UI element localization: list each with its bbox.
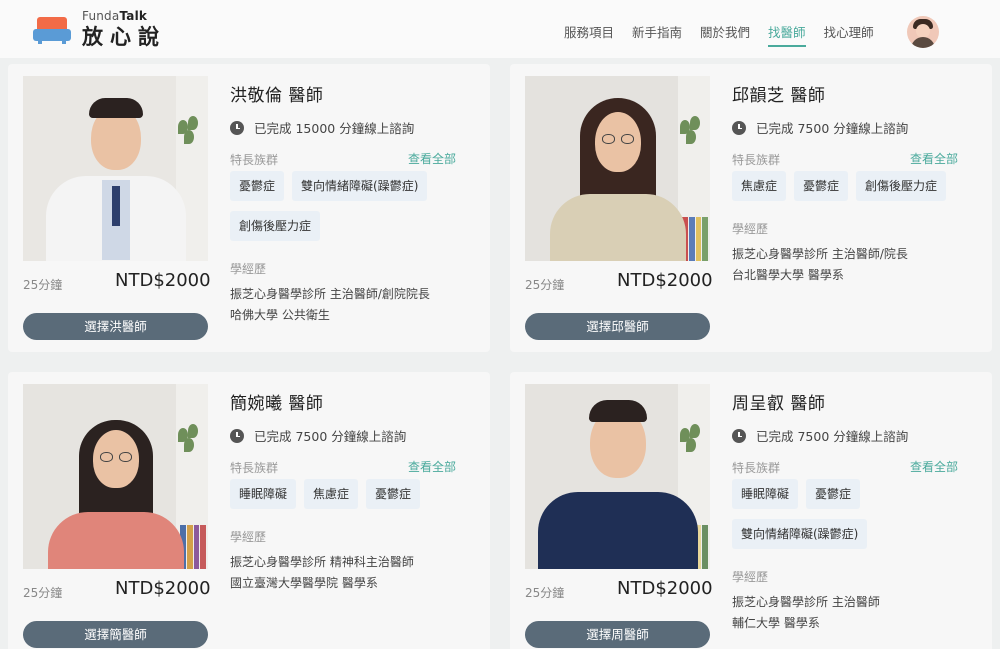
session-duration: 25分鐘 — [525, 586, 565, 600]
specialty-tag[interactable]: 睡眠障礙 — [230, 479, 297, 509]
nav-about-us[interactable]: 關於我們 — [700, 22, 750, 47]
nav-find-doctor[interactable]: 找醫師 — [768, 22, 806, 47]
specialty-tags: 睡眠障礙 憂鬱症 雙向情緒障礙(躁鬱症) — [732, 479, 972, 549]
specialty-tag[interactable]: 憂鬱症 — [230, 171, 285, 201]
clock-icon — [732, 428, 746, 443]
specialty-tag[interactable]: 睡眠障礙 — [732, 479, 799, 509]
clock-icon — [230, 428, 244, 443]
see-all-link[interactable]: 查看全部 — [910, 150, 958, 167]
education-line: 振芝心身醫學診所 主治醫師 — [732, 595, 880, 609]
specialty-tag[interactable]: 憂鬱症 — [806, 479, 861, 509]
doctor-name: 周呈叡 醫師 — [732, 394, 826, 414]
specialty-label: 特長族群 — [230, 153, 279, 167]
specialty-label: 特長族群 — [732, 461, 781, 475]
specialty-tag[interactable]: 焦慮症 — [732, 171, 787, 201]
session-price: NTD$2000 — [115, 578, 211, 599]
specialty-tag[interactable]: 雙向情緒障礙(躁鬱症) — [292, 171, 428, 201]
education-label: 學經歷 — [230, 262, 267, 276]
session-duration: 25分鐘 — [23, 278, 63, 292]
education-line: 輔仁大學 醫學系 — [732, 616, 820, 630]
doctor-card: 25分鐘 NTD$2000 選擇周醫師 周呈叡 醫師 已完成 7500 分鐘線上… — [510, 372, 992, 649]
choose-doctor-button[interactable]: 選擇洪醫師 — [23, 313, 208, 340]
choose-doctor-button[interactable]: 選擇周醫師 — [525, 621, 710, 648]
brand-logo[interactable]: FundaTalk 放心說 — [33, 9, 166, 49]
doctor-photo — [525, 76, 710, 261]
sofa-logo-icon — [33, 17, 71, 45]
session-duration: 25分鐘 — [525, 278, 565, 292]
session-price: NTD$2000 — [115, 270, 211, 291]
specialty-tag[interactable]: 焦慮症 — [304, 479, 359, 509]
consult-minutes: 已完成 7500 分鐘線上諮詢 — [732, 118, 908, 137]
doctor-name: 簡婉曦 醫師 — [230, 394, 324, 414]
see-all-link[interactable]: 查看全部 — [408, 458, 456, 475]
education-label: 學經歷 — [732, 570, 769, 584]
education-label: 學經歷 — [732, 222, 769, 236]
clock-icon — [732, 120, 746, 135]
brand-name-en: FundaTalk — [82, 9, 148, 23]
doctor-card: 25分鐘 NTD$2000 選擇簡醫師 簡婉曦 醫師 已完成 7500 分鐘線上… — [8, 372, 490, 649]
education-line: 振芝心身醫學診所 主治醫師/院長 — [732, 247, 908, 261]
specialty-tag[interactable]: 憂鬱症 — [794, 171, 849, 201]
education-line: 台北醫學大學 醫學系 — [732, 268, 844, 282]
brand-name-zh: 放心說 — [82, 25, 166, 49]
specialty-label: 特長族群 — [230, 461, 279, 475]
doctor-name: 邱韻芝 醫師 — [732, 86, 826, 106]
nav-find-psychologist[interactable]: 找心理師 — [824, 22, 874, 47]
education-line: 國立臺灣大學醫學院 醫學系 — [230, 576, 378, 590]
clock-icon — [230, 120, 244, 135]
consult-minutes: 已完成 7500 分鐘線上諮詢 — [230, 426, 406, 445]
nav-beginner-guide[interactable]: 新手指南 — [632, 22, 682, 47]
top-header: FundaTalk 放心說 服務項目 新手指南 關於我們 找醫師 找心理師 — [0, 0, 1000, 58]
session-price: NTD$2000 — [617, 578, 713, 599]
doctor-card: 25分鐘 NTD$2000 選擇邱醫師 邱韻芝 醫師 已完成 7500 分鐘線上… — [510, 64, 992, 352]
specialty-tag[interactable]: 創傷後壓力症 — [856, 171, 947, 201]
consult-minutes: 已完成 7500 分鐘線上諮詢 — [732, 426, 908, 445]
specialty-tags: 睡眠障礙 焦慮症 憂鬱症 — [230, 479, 470, 509]
specialty-tags: 焦慮症 憂鬱症 創傷後壓力症 — [732, 171, 972, 201]
doctor-photo — [23, 384, 208, 569]
session-price: NTD$2000 — [617, 270, 713, 291]
session-duration: 25分鐘 — [23, 586, 63, 600]
doctor-name: 洪敬倫 醫師 — [230, 86, 324, 106]
nav-services[interactable]: 服務項目 — [564, 22, 614, 47]
specialty-tag[interactable]: 雙向情緒障礙(躁鬱症) — [732, 519, 868, 549]
consult-minutes: 已完成 15000 分鐘線上諮詢 — [230, 118, 414, 137]
specialty-tag[interactable]: 創傷後壓力症 — [230, 211, 321, 241]
choose-doctor-button[interactable]: 選擇邱醫師 — [525, 313, 710, 340]
see-all-link[interactable]: 查看全部 — [408, 150, 456, 167]
user-avatar[interactable] — [907, 16, 939, 48]
education-line: 振芝心身醫學診所 主治醫師/創院院長 — [230, 287, 430, 301]
specialty-tag[interactable]: 憂鬱症 — [366, 479, 421, 509]
specialty-label: 特長族群 — [732, 153, 781, 167]
education-line: 哈佛大學 公共衛生 — [230, 308, 330, 322]
doctor-photo — [525, 384, 710, 569]
doctor-card: 25分鐘 NTD$2000 選擇洪醫師 洪敬倫 醫師 已完成 15000 分鐘線… — [8, 64, 490, 352]
education-label: 學經歷 — [230, 530, 267, 544]
specialty-tags: 憂鬱症 雙向情緒障礙(躁鬱症) 創傷後壓力症 — [230, 171, 470, 241]
see-all-link[interactable]: 查看全部 — [910, 458, 958, 475]
doctor-photo — [23, 76, 208, 261]
education-line: 振芝心身醫學診所 精神科主治醫師 — [230, 555, 414, 569]
choose-doctor-button[interactable]: 選擇簡醫師 — [23, 621, 208, 648]
main-nav: 服務項目 新手指南 關於我們 找醫師 找心理師 — [564, 22, 892, 47]
